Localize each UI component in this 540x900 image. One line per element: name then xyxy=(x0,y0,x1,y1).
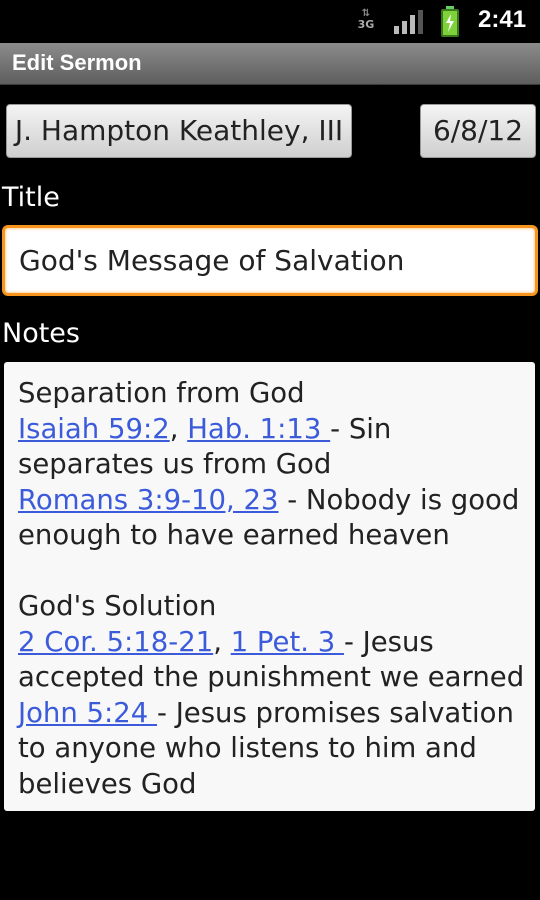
network-3g-icon: ⇅ 3G xyxy=(357,8,375,31)
author-button[interactable]: J. Hampton Keathley, III xyxy=(6,104,352,158)
app-title-bar: Edit Sermon xyxy=(0,43,540,85)
notes-blank-line xyxy=(18,554,521,590)
separator-text: , xyxy=(169,412,188,445)
notes-text: - Jesus xyxy=(343,625,434,658)
notes-text: - Sin xyxy=(330,412,392,445)
notes-line: John 5:24 - Jesus promises salvation xyxy=(18,696,521,732)
notes-line: separates us from God xyxy=(18,448,332,480)
notes-line: to anyone who listens to him and xyxy=(18,732,477,764)
scripture-link-isaiah[interactable]: Isaiah 59:2 xyxy=(18,413,170,445)
notes-line: Separation from God xyxy=(18,377,305,409)
battery-icon xyxy=(441,6,459,37)
scripture-link-john[interactable]: John 5:24 xyxy=(18,697,157,729)
notes-line: 2 Cor. 5:18-21, 1 Pet. 3 - Jesus xyxy=(18,625,521,661)
notes-textarea[interactable]: Separation from God Isaiah 59:2, Hab. 1:… xyxy=(4,362,535,811)
title-label: Title xyxy=(2,182,60,213)
notes-label: Notes xyxy=(2,318,80,349)
notes-text: - Nobody is good xyxy=(278,483,520,516)
notes-text: - Jesus promises salvation xyxy=(157,696,514,729)
separator-text: , xyxy=(213,625,231,658)
notes-line: Isaiah 59:2, Hab. 1:13 - Sin xyxy=(18,412,521,448)
notes-line: Romans 3:9-10, 23 - Nobody is good xyxy=(18,483,521,519)
status-clock: 2:41 xyxy=(478,6,527,33)
scripture-link-romans[interactable]: Romans 3:9-10, 23 xyxy=(18,484,279,516)
scripture-link-2-corinthians[interactable]: 2 Cor. 5:18-21 xyxy=(18,626,213,658)
app-title: Edit Sermon xyxy=(12,50,142,75)
signal-strength-icon xyxy=(394,10,423,34)
notes-line: accepted the punishment we earned xyxy=(18,661,525,693)
scripture-link-1-peter[interactable]: 1 Pet. 3 xyxy=(231,626,344,658)
notes-line: God's Solution xyxy=(18,590,217,622)
title-input[interactable]: God's Message of Salvation xyxy=(2,225,538,296)
notes-line: enough to have earned heaven xyxy=(18,519,450,551)
date-button[interactable]: 6/8/12 xyxy=(420,104,536,158)
scripture-link-habakkuk[interactable]: Hab. 1:13 xyxy=(187,413,330,445)
status-bar: ⇅ 3G 2:41 xyxy=(0,0,540,43)
notes-line: believes God xyxy=(18,767,197,800)
